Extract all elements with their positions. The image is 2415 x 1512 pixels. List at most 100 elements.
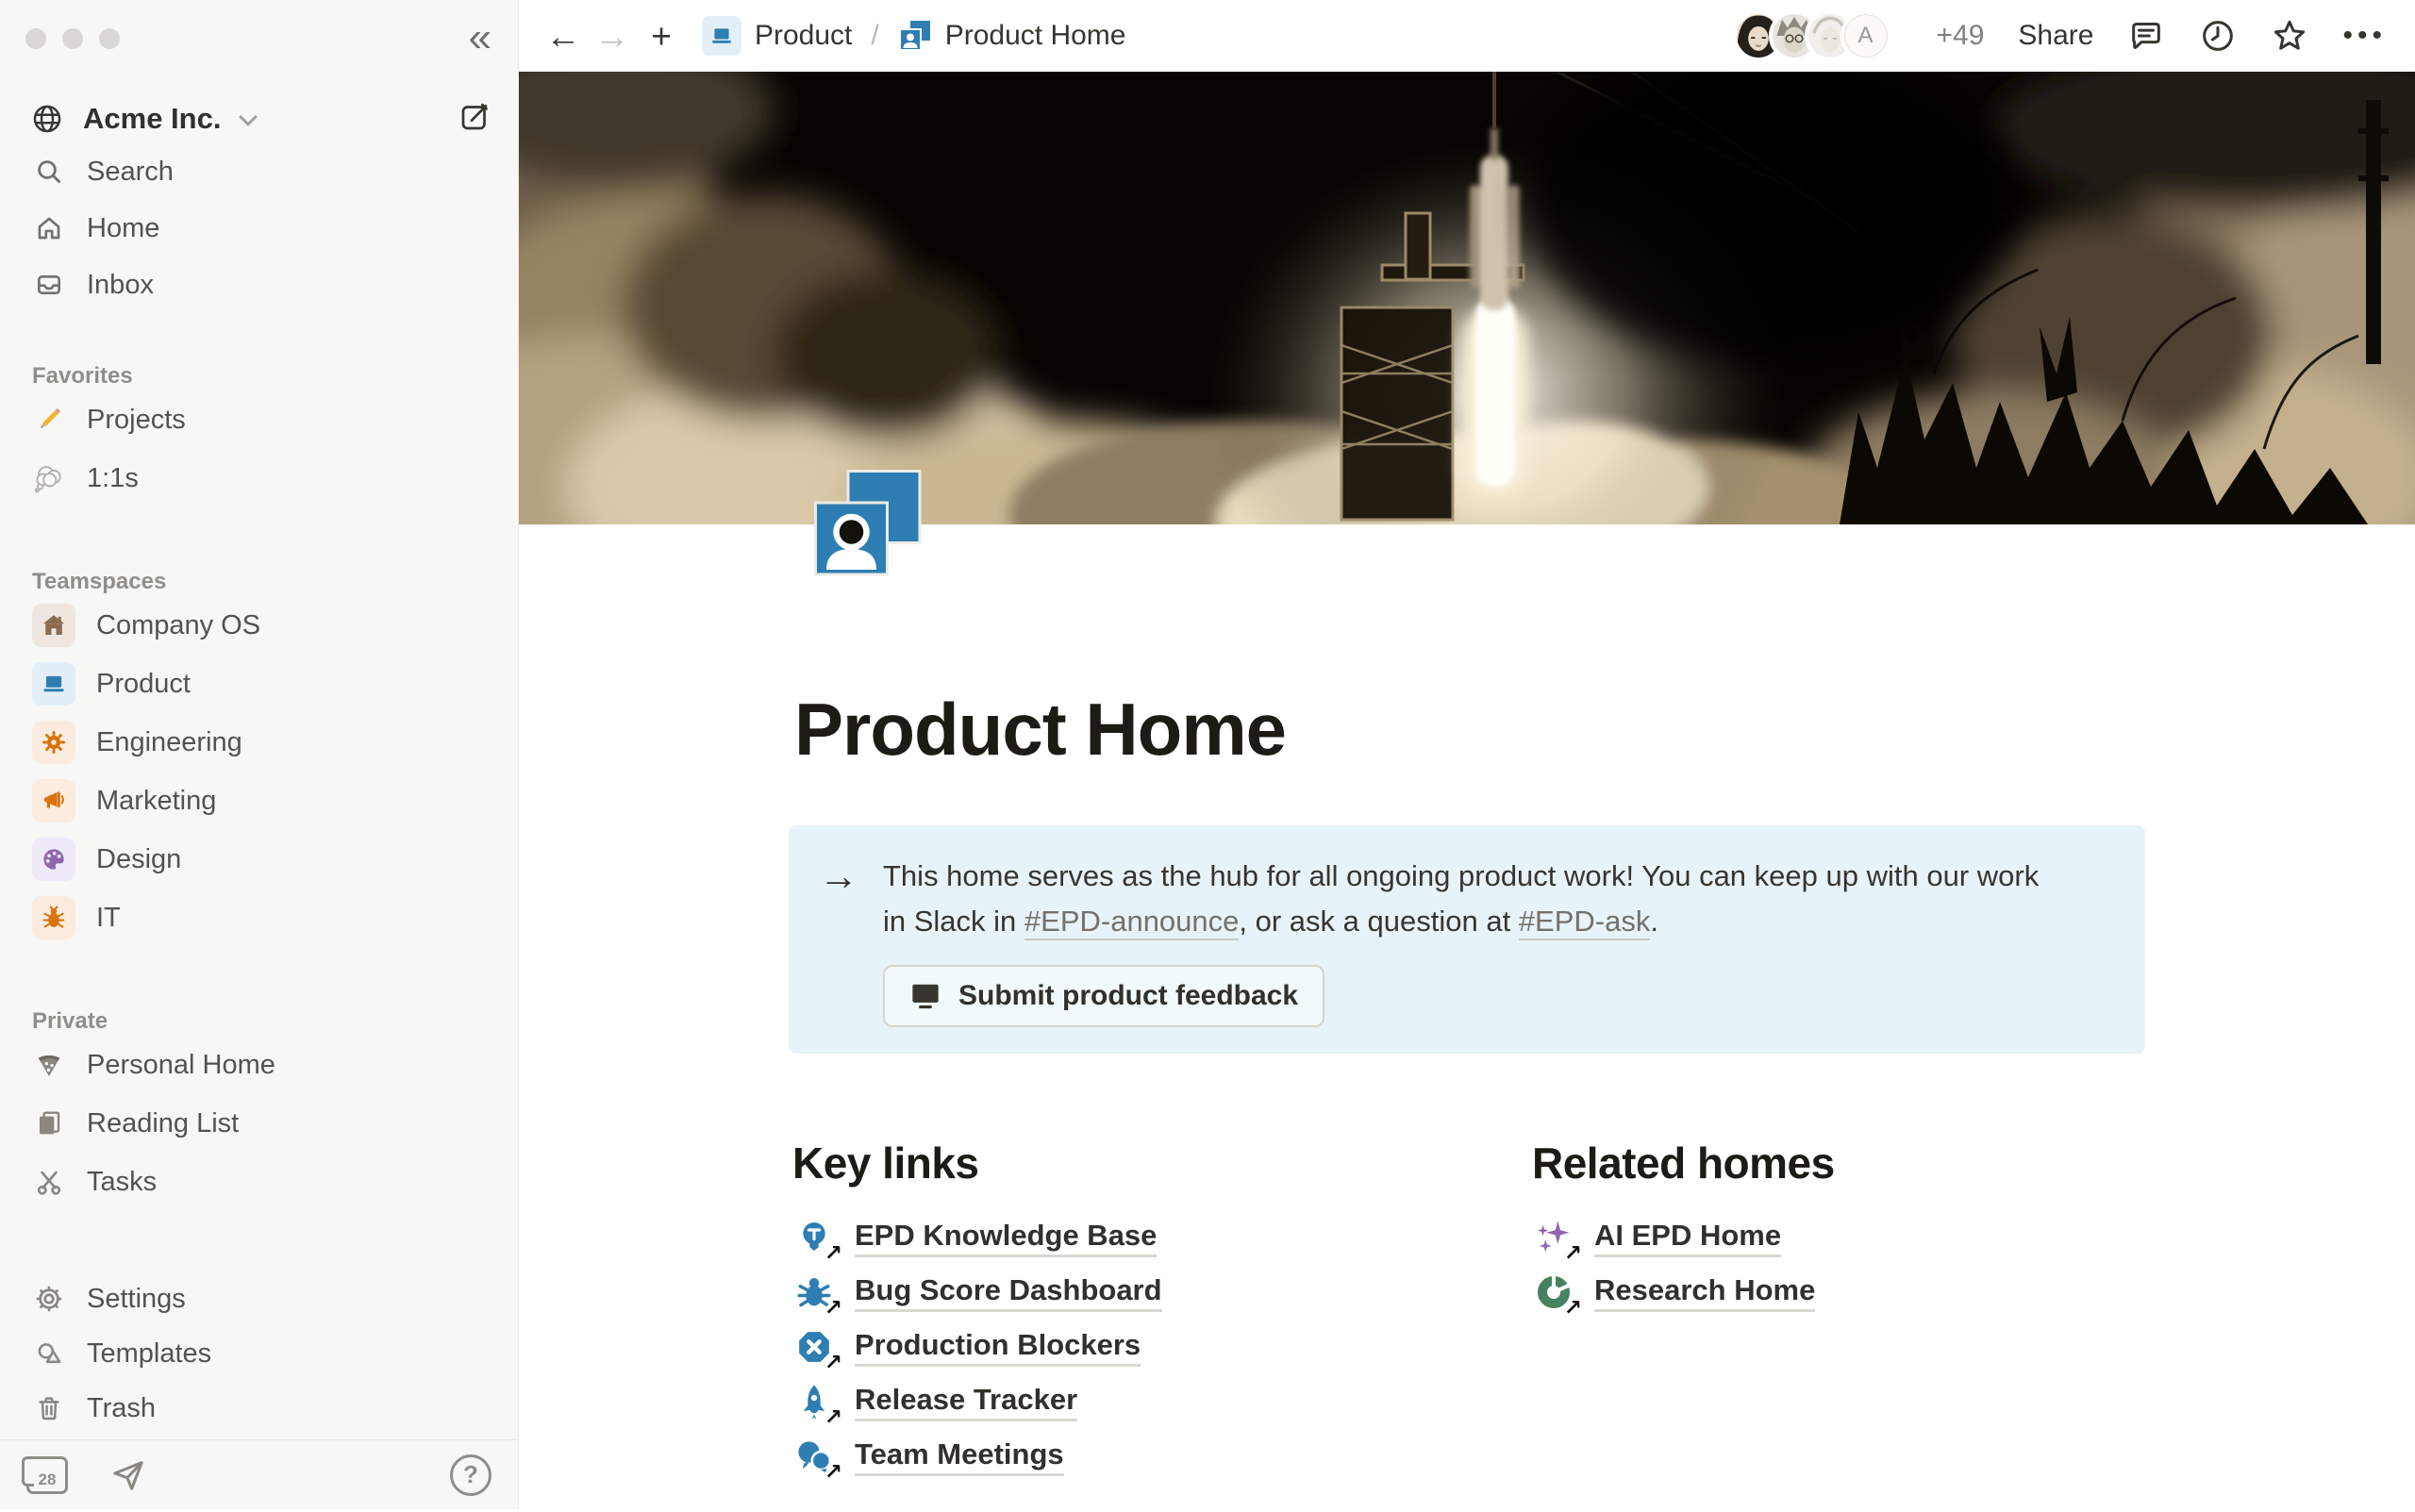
callout-text-part: , or ask a question at — [1239, 905, 1518, 938]
sidebar-item-personal-home[interactable]: Personal Home — [11, 1036, 507, 1094]
link-bug-score-dashboard[interactable]: ↗ Bug Score Dashboard — [792, 1265, 1475, 1320]
sidebar-item-home[interactable]: Home — [11, 200, 507, 257]
sidebar-item-settings[interactable]: Settings — [11, 1271, 507, 1326]
close-window-button[interactable] — [25, 28, 46, 49]
sidebar-item-label: Tasks — [87, 1167, 157, 1198]
sidebar-item-label: Home — [87, 213, 159, 244]
speech-bubbles-icon: ↗ — [792, 1435, 836, 1478]
sidebar-navigation: Search Home Inbox Favor — [11, 143, 507, 1211]
page-cover[interactable] — [519, 72, 2415, 524]
compose-icon — [458, 100, 491, 134]
sidebar-collapse-icon[interactable]: « — [469, 17, 491, 58]
link-research-home[interactable]: ↗ Research Home — [1532, 1265, 2145, 1320]
sidebar-bottom-bar: 28 ? — [0, 1439, 518, 1509]
house-icon — [32, 604, 75, 647]
updates-clock-icon[interactable] — [2199, 17, 2237, 55]
link-release-tracker[interactable]: ↗ Release Tracker — [792, 1374, 1475, 1429]
donut-chart-icon: ↗ — [1532, 1271, 1575, 1314]
workspace-switcher[interactable]: Acme Inc. — [19, 92, 439, 145]
key-links-column: Key links ↗ — [792, 1138, 1475, 1484]
avatar-overflow: A — [1840, 10, 1891, 61]
laptop-icon — [32, 662, 75, 706]
link-arrow-icon: ↗ — [824, 1295, 842, 1321]
collaborator-avatars[interactable]: A — [1733, 10, 1891, 61]
send-plane-icon[interactable] — [109, 1456, 147, 1494]
page-title: Product Home — [794, 687, 2145, 773]
sidebar-item-design[interactable]: Design — [11, 830, 507, 889]
sidebar-item-it[interactable]: IT — [11, 889, 507, 947]
sidebar-item-projects[interactable]: Projects — [11, 390, 507, 449]
sidebar-item-trash[interactable]: Trash — [11, 1381, 507, 1436]
sidebar-item-label: Templates — [87, 1338, 211, 1370]
breadcrumb-product[interactable]: Product — [702, 16, 852, 56]
related-homes-column: Related homes ↗ — [1532, 1138, 2145, 1484]
epd-ask-link[interactable]: #EPD-ask — [1519, 905, 1651, 940]
sidebar-item-inbox[interactable]: Inbox — [11, 257, 507, 313]
link-label: EPD Knowledge Base — [855, 1218, 1157, 1257]
sidebar-item-search[interactable]: Search — [11, 143, 507, 200]
breadcrumb-label: Product Home — [945, 20, 1126, 52]
monitor-icon — [909, 982, 941, 1010]
callout-text: This home serves as the hub for all ongo… — [883, 854, 2062, 944]
scissors-icon — [32, 1167, 66, 1197]
link-production-blockers[interactable]: ↗ Production Blockers — [792, 1320, 1475, 1374]
back-icon[interactable]: ← — [541, 19, 585, 54]
calendar-icon[interactable]: 28 — [26, 1456, 68, 1494]
epd-announce-link[interactable]: #EPD-announce — [1024, 905, 1240, 940]
pencil-icon — [32, 403, 66, 437]
trash-icon — [32, 1393, 66, 1423]
breadcrumb-product-home[interactable]: Product Home — [898, 19, 1126, 53]
link-team-meetings[interactable]: ↗ Team Meetings — [792, 1429, 1475, 1484]
palette-icon — [32, 838, 75, 881]
help-button[interactable]: ? — [450, 1454, 491, 1496]
callout: → This home serves as the hub for all on… — [789, 825, 2145, 1054]
link-arrow-icon: ↗ — [1564, 1240, 1582, 1266]
link-arrow-icon: ↗ — [824, 1404, 842, 1430]
link-ai-epd-home[interactable]: ↗ AI EPD Home — [1532, 1210, 2145, 1265]
minimize-window-button[interactable] — [62, 28, 83, 49]
home-icon — [32, 213, 66, 243]
link-label: Release Tracker — [855, 1382, 1077, 1421]
sidebar-item-product[interactable]: Product — [11, 655, 507, 713]
sidebar-item-company-os[interactable]: Company OS — [11, 596, 507, 655]
comments-icon[interactable] — [2127, 17, 2165, 55]
link-arrow-icon: ↗ — [824, 1240, 842, 1266]
sidebar-item-label: Design — [96, 844, 181, 875]
callout-text-part: . — [1650, 905, 1658, 938]
sidebar-item-label: 1:1s — [87, 463, 139, 494]
laptop-icon — [702, 16, 741, 56]
related-homes-heading: Related homes — [1532, 1138, 2145, 1188]
sparkles-icon: ↗ — [1532, 1216, 1575, 1259]
sidebar-item-marketing[interactable]: Marketing — [11, 772, 507, 830]
sidebar-item-tasks[interactable]: Tasks — [11, 1153, 507, 1211]
zoom-window-button[interactable] — [99, 28, 120, 49]
new-page-button[interactable] — [458, 100, 491, 139]
link-columns: Key links ↗ — [792, 1138, 2145, 1512]
sidebar-item-engineering[interactable]: Engineering — [11, 713, 507, 772]
page-icon-person-card[interactable] — [814, 470, 922, 577]
x-octagon-icon: ↗ — [792, 1325, 836, 1369]
forward-icon[interactable]: → — [591, 19, 634, 54]
favorite-star-icon[interactable] — [2271, 17, 2308, 55]
sidebar-item-templates[interactable]: Templates — [11, 1326, 507, 1381]
key-links-heading: Key links — [792, 1138, 1475, 1188]
thought-cloud-icon — [32, 461, 66, 495]
section-label-private: Private — [11, 1007, 507, 1036]
breadcrumb: Product / Product Home — [702, 16, 1125, 56]
new-tab-plus-icon[interactable]: + — [640, 19, 683, 54]
sidebar-item-label: Product — [96, 669, 191, 700]
sidebar-item-1-1s[interactable]: 1:1s — [11, 449, 507, 507]
sidebar-item-label: Reading List — [87, 1108, 239, 1139]
section-label-teamspaces: Teamspaces — [11, 568, 507, 596]
notion-app-window: « Acme Inc. Sea — [0, 0, 2415, 1509]
sidebar-item-reading-list[interactable]: Reading List — [11, 1094, 507, 1153]
settings-gear-icon — [32, 1284, 66, 1314]
rocket-icon: ↗ — [792, 1380, 836, 1423]
more-options-icon[interactable]: ••• — [2342, 20, 2387, 52]
share-button[interactable]: Share — [2018, 20, 2093, 52]
topbar: ← → + Product / — [519, 0, 2415, 72]
cover-image-rocket-launch — [519, 72, 2415, 524]
link-epd-knowledge-base[interactable]: ↗ EPD Knowledge Base — [792, 1210, 1475, 1265]
submit-feedback-button[interactable]: Submit product feedback — [883, 965, 1324, 1027]
sidebar-item-label: Projects — [87, 405, 186, 436]
